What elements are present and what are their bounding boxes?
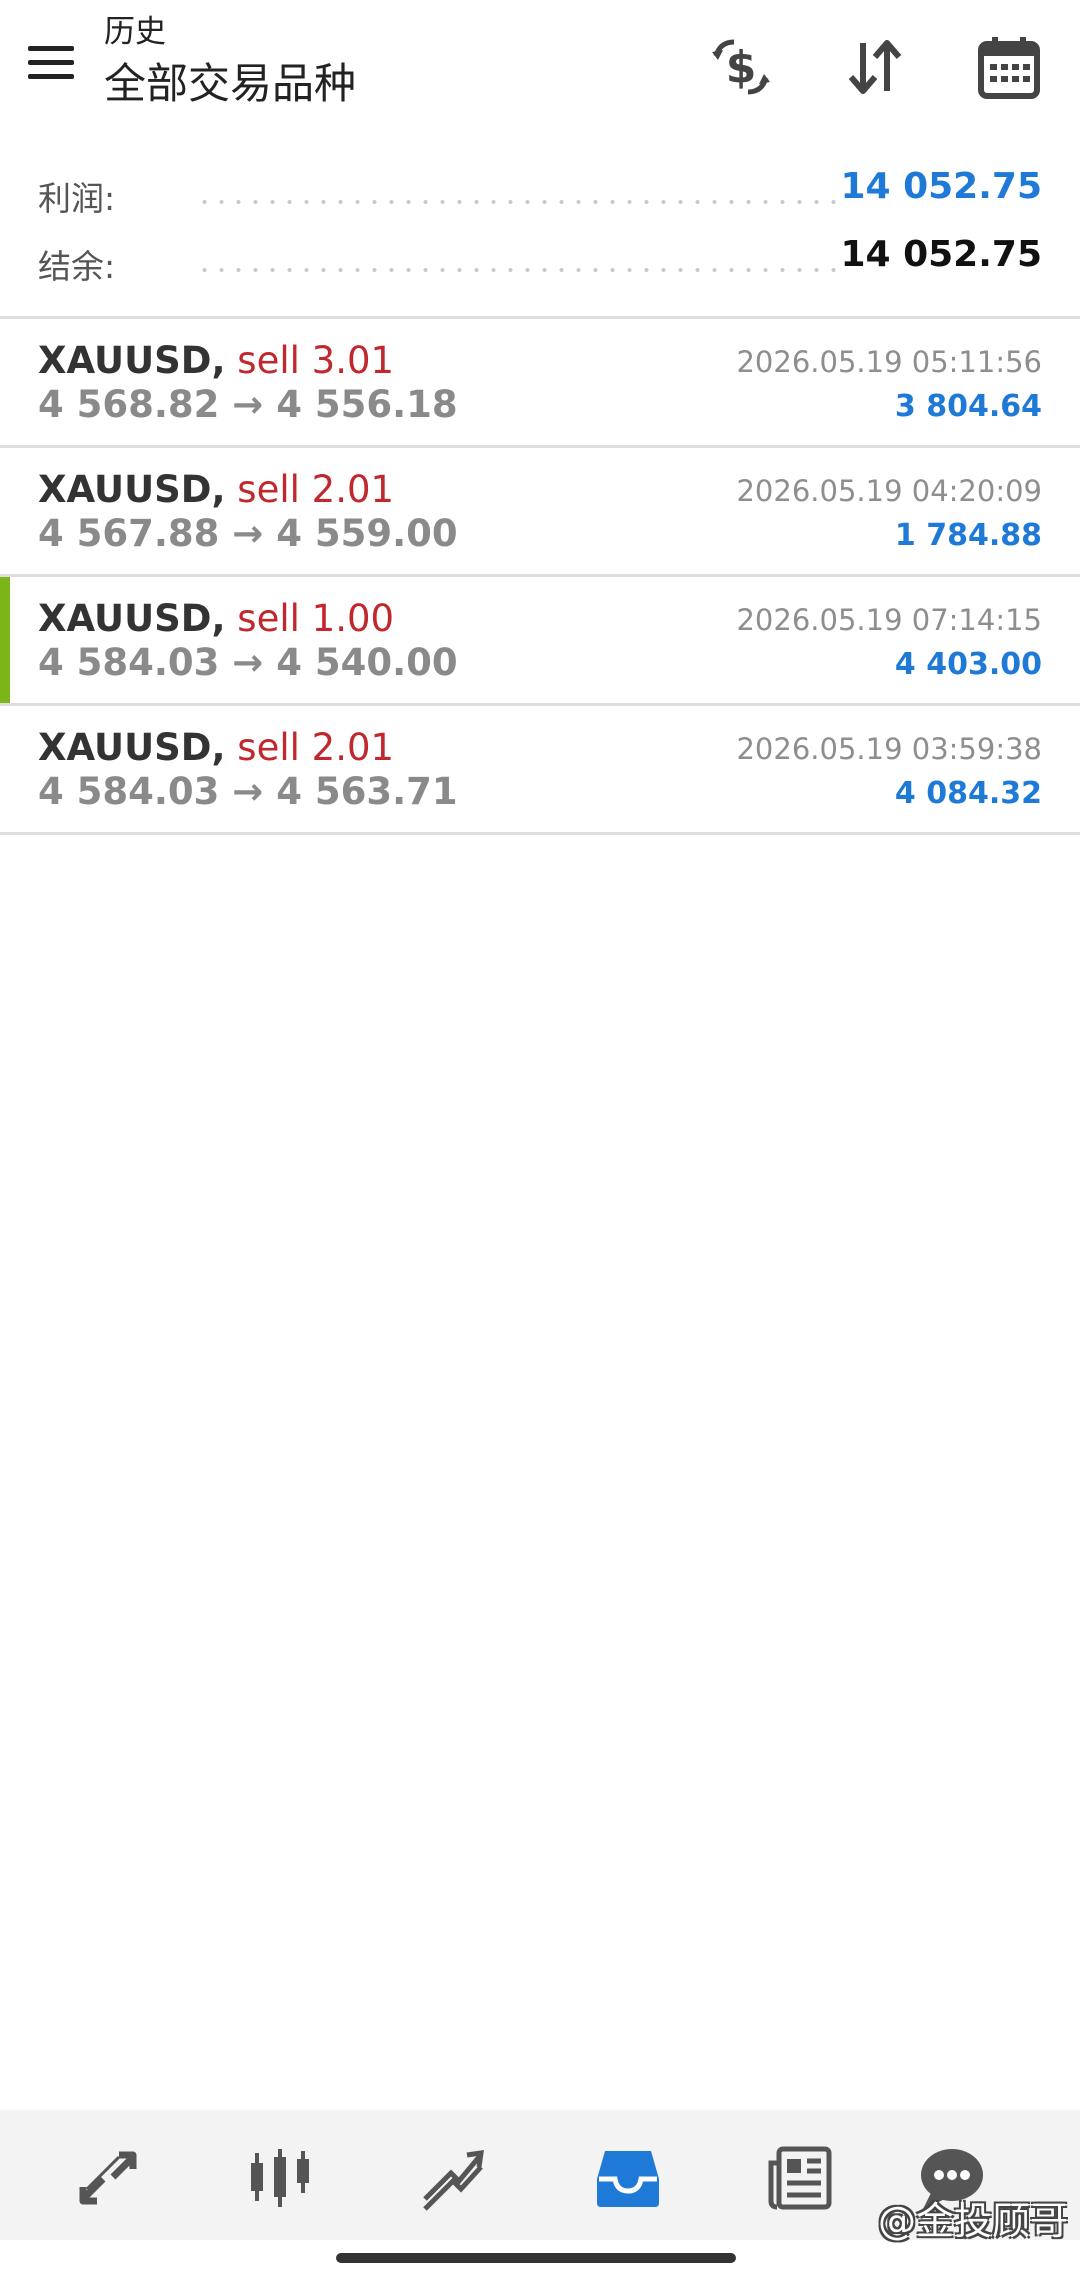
page-subtitle: 历史 xyxy=(104,14,166,50)
svg-text:$: $ xyxy=(726,42,757,93)
deal-symbol: XAUUSD, xyxy=(38,726,226,769)
history-icon[interactable] xyxy=(590,2140,666,2216)
profit-row: 利润: 14 052.75 xyxy=(0,160,1080,228)
summary-panel: 利润: 14 052.75 结余: 14 052.75 xyxy=(0,160,1080,296)
deal-side: sell 1.00 xyxy=(237,597,395,640)
arrow-icon: → xyxy=(232,770,264,813)
sort-icon[interactable] xyxy=(838,30,912,104)
chart-icon[interactable] xyxy=(242,2140,318,2216)
deal-symbol: XAUUSD, xyxy=(38,468,226,511)
deal-close-price: 4 540.00 xyxy=(276,641,458,684)
balance-row: 结余: 14 052.75 xyxy=(0,228,1080,296)
balance-value: 14 052.75 xyxy=(840,234,1042,275)
deal-symbol: XAUUSD, xyxy=(38,597,226,640)
profit-value: 14 052.75 xyxy=(840,166,1042,207)
deal-symbol: XAUUSD, xyxy=(38,339,226,382)
deal-time: 2026.05.19 05:11:56 xyxy=(736,345,1042,379)
watermark: @金投顾哥 xyxy=(877,2199,1068,2243)
profit-label: 利润: xyxy=(38,179,116,218)
deal-open-price: 4 567.88 xyxy=(38,512,220,555)
deal-time: 2026.05.19 07:14:15 xyxy=(736,603,1042,637)
trade-icon[interactable] xyxy=(414,2140,490,2216)
deal-profit: 1 784.88 xyxy=(894,518,1042,553)
deal-open-price: 4 584.03 xyxy=(38,641,220,684)
deal-profit: 4 403.00 xyxy=(894,647,1042,682)
quotes-icon[interactable] xyxy=(70,2140,146,2216)
dotted-leader xyxy=(196,200,840,204)
deal-open-price: 4 568.82 xyxy=(38,383,220,426)
deal-row[interactable]: XAUUSD, sell 2.01 4 567.88 → 4 559.00 20… xyxy=(0,448,1080,577)
deal-time: 2026.05.19 04:20:09 xyxy=(736,474,1042,508)
deal-profit: 4 084.32 xyxy=(894,776,1042,811)
deals-list: XAUUSD, sell 3.01 4 568.82 → 4 556.18 20… xyxy=(0,319,1080,835)
deal-side: sell 2.01 xyxy=(237,468,395,511)
deal-side: sell 2.01 xyxy=(237,726,395,769)
arrow-icon: → xyxy=(232,383,264,426)
deal-close-price: 4 559.00 xyxy=(276,512,458,555)
calendar-icon[interactable] xyxy=(972,30,1046,104)
balance-label: 结余: xyxy=(38,247,116,286)
deal-row-selected[interactable]: XAUUSD, sell 1.00 4 584.03 → 4 540.00 20… xyxy=(0,577,1080,706)
deal-close-price: 4 556.18 xyxy=(276,383,458,426)
home-indicator[interactable] xyxy=(336,2253,736,2263)
deal-close-price: 4 563.71 xyxy=(276,770,458,813)
dotted-leader xyxy=(196,268,840,272)
dollar-exchange-icon[interactable]: $ xyxy=(704,30,778,104)
deal-open-price: 4 584.03 xyxy=(38,770,220,813)
deal-time: 2026.05.19 03:59:38 xyxy=(736,732,1042,766)
deal-row[interactable]: XAUUSD, sell 3.01 4 568.82 → 4 556.18 20… xyxy=(0,319,1080,448)
deal-row[interactable]: XAUUSD, sell 2.01 4 584.03 → 4 563.71 20… xyxy=(0,706,1080,835)
arrow-icon: → xyxy=(232,641,264,684)
deal-side: sell 3.01 xyxy=(237,339,395,382)
news-icon[interactable] xyxy=(762,2140,838,2216)
arrow-icon: → xyxy=(232,512,264,555)
page-title[interactable]: 全部交易品种 xyxy=(104,54,356,114)
deal-profit: 3 804.64 xyxy=(894,389,1042,424)
menu-icon[interactable] xyxy=(22,40,82,90)
app-header: 历史 全部交易品种 $ xyxy=(0,0,1080,140)
title-block: 历史 全部交易品种 xyxy=(104,12,356,114)
